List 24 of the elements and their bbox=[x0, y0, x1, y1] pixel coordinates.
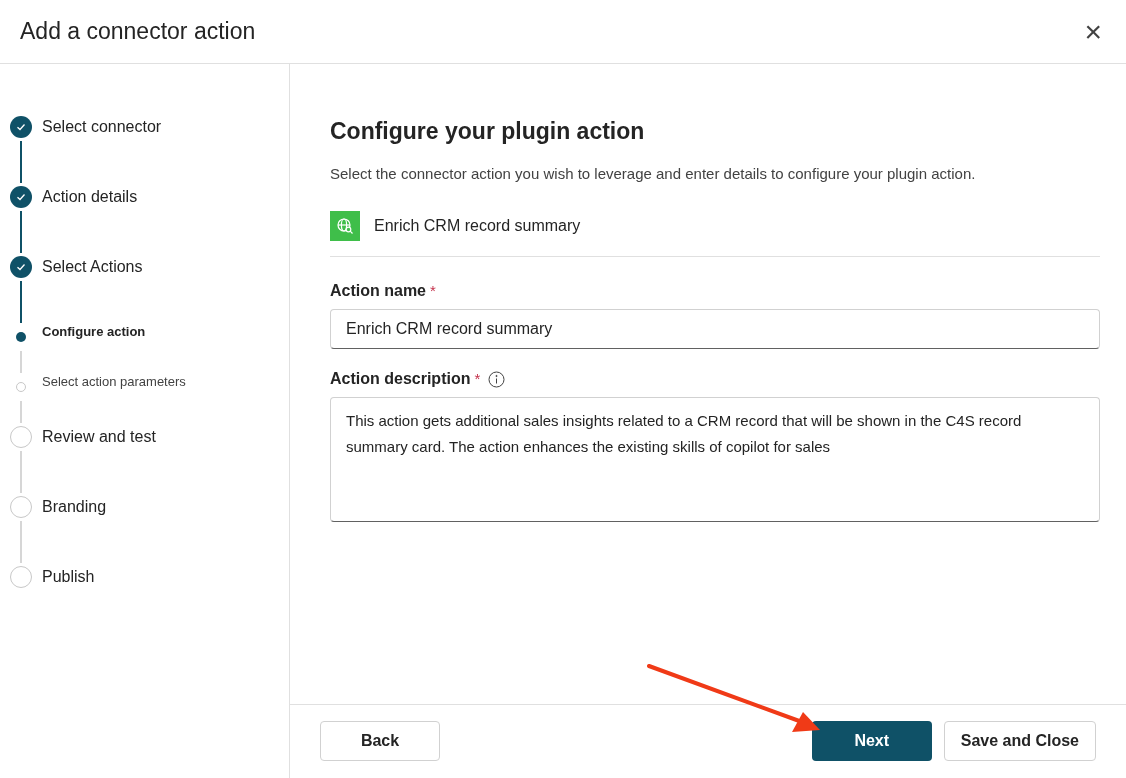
dialog-title: Add a connector action bbox=[20, 17, 256, 47]
footer-button[interactable]: Save and Close bbox=[943, 720, 1096, 761]
required-mark: * bbox=[474, 368, 481, 389]
description-field[interactable]: This action gets additional sales insights related to a CRM record that will be shown in the C4S record summary card. The action enhances the existing skills of copilot for sales bbox=[330, 397, 1100, 522]
step-label: Action details bbox=[42, 187, 138, 207]
footer-button[interactable]: Back bbox=[320, 720, 440, 761]
field-label: Action description bbox=[330, 369, 471, 389]
step-label: Branding bbox=[42, 497, 107, 517]
section-heading: Configure your plugin action bbox=[330, 117, 646, 146]
action-name-text: Enrich CRM record summary bbox=[374, 216, 581, 236]
step-label: Publish bbox=[42, 567, 95, 587]
info-icon[interactable] bbox=[488, 370, 506, 388]
step-label: Review and test bbox=[42, 427, 156, 447]
footer-button[interactable]: Next bbox=[811, 720, 932, 761]
step-label: Select connector bbox=[42, 117, 162, 137]
step-label: Select Actions bbox=[42, 257, 143, 277]
field-label: Action name bbox=[330, 281, 426, 301]
step-label: Configure action bbox=[42, 323, 146, 341]
step-label: Select action parameters bbox=[42, 373, 186, 391]
section-description: Select the connector action you wish to leverage and enter details to configure your plugin action. bbox=[330, 163, 977, 184]
close-button[interactable]: × bbox=[1084, 16, 1102, 47]
globe-search-icon bbox=[330, 211, 360, 241]
required-mark: * bbox=[430, 280, 436, 301]
name-field[interactable]: Enrich CRM record summary bbox=[330, 309, 1100, 349]
